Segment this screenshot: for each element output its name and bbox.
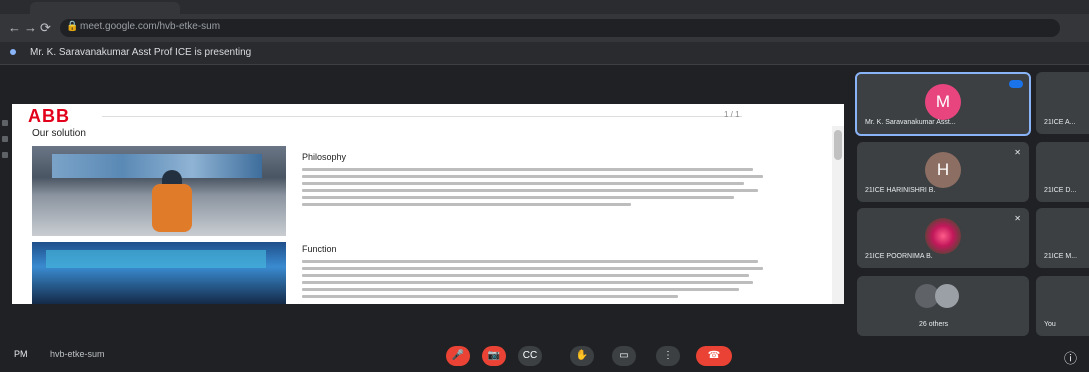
browser-toolbar: ← → ⟳ 🔒 meet.google.com/hvb-etke-sum <box>0 14 1089 42</box>
more-vert-icon: ⋮ <box>663 350 673 361</box>
abb-logo: ABB <box>28 106 70 126</box>
info-icon[interactable]: ⓘ <box>1064 348 1077 367</box>
present-icon: ▭ <box>619 350 629 361</box>
wall-screens <box>52 154 262 178</box>
forward-icon[interactable]: → <box>24 20 37 35</box>
participant-tile[interactable]: 21ICE M... <box>1036 208 1089 268</box>
address-bar[interactable]: 🔒 meet.google.com/hvb-etke-sum <box>60 19 1060 37</box>
browser-tab-strip <box>0 0 1089 14</box>
presenting-icon <box>10 49 16 55</box>
others-tile[interactable]: 26 others <box>857 276 1029 336</box>
present-button[interactable]: ▭ <box>612 346 636 366</box>
meeting-code: hvb-etke-sum <box>50 349 105 359</box>
participant-tile[interactable]: 21ICE A... <box>1036 72 1089 134</box>
mic-off-icon: ✕ <box>1014 214 1021 223</box>
side-icon <box>2 120 8 126</box>
participant-name: 21ICE D... <box>1044 187 1077 194</box>
function-paragraph <box>302 260 772 302</box>
more-options-button[interactable]: ⋮ <box>656 346 680 366</box>
back-icon[interactable]: ← <box>8 20 21 35</box>
captions-button[interactable]: CC <box>518 346 542 366</box>
self-tile[interactable]: You <box>1036 276 1089 336</box>
others-count: 26 others <box>919 321 949 328</box>
browser-tab[interactable] <box>30 2 180 14</box>
avatar <box>935 284 959 308</box>
hand-icon: ✋ <box>575 350 589 361</box>
side-icon <box>2 152 8 158</box>
section-heading-philosophy: Philosophy <box>302 152 347 162</box>
shared-screen: ABB 1 / 1 Our solution Philosophy Functi… <box>12 104 844 304</box>
url-text: meet.google.com/hvb-etke-sum <box>80 21 221 32</box>
avatar: M <box>925 84 961 120</box>
side-icon <box>2 136 8 142</box>
scrollbar-thumb[interactable] <box>834 130 842 160</box>
captions-icon: CC <box>522 350 538 361</box>
speaking-indicator-icon <box>1009 80 1023 88</box>
mic-icon: 🎤 <box>451 350 465 361</box>
philosophy-paragraph <box>302 168 772 210</box>
participant-tile[interactable]: M Mr. K. Saravanakumar Asst... <box>855 72 1031 136</box>
raise-hand-button[interactable]: ✋ <box>570 346 594 366</box>
presenting-banner: Mr. K. Saravanakumar Asst Prof ICE is pr… <box>0 42 1089 65</box>
flower-avatar <box>925 218 961 254</box>
leave-call-button[interactable]: ☎ <box>696 346 732 366</box>
end-call-icon: ☎ <box>707 350 721 361</box>
operator-chair <box>152 184 192 232</box>
participant-name: 21ICE A... <box>1044 119 1076 126</box>
monitor-band <box>46 250 266 268</box>
lock-icon: 🔒 <box>66 21 79 32</box>
mic-off-icon: ✕ <box>1014 148 1021 157</box>
control-room-photo <box>32 146 286 236</box>
meeting-controls-bar: PM hvb-etke-sum 🎤 📷 CC ✋ ▭ ⋮ ☎ ⓘ <box>0 340 1089 372</box>
participant-name: 21ICE M... <box>1044 253 1078 260</box>
slide-title: Our solution <box>32 128 86 139</box>
monitor-wall-photo <box>32 242 286 304</box>
header-rule <box>102 116 742 117</box>
participant-tile[interactable]: ✕ 21ICE POORNIMA B. <box>857 208 1029 268</box>
participant-name: Mr. K. Saravanakumar Asst... <box>865 119 956 126</box>
camera-button[interactable]: 📷 <box>482 346 506 366</box>
page-indicator: 1 / 1 <box>724 110 740 119</box>
avatar: H <box>925 152 961 188</box>
participant-tile[interactable]: ✕ H 21ICE HARINISHRI B. <box>857 142 1029 202</box>
camera-icon: 📷 <box>487 350 501 361</box>
participant-name: You <box>1044 321 1056 328</box>
scrollbar[interactable] <box>832 126 844 304</box>
section-heading-function: Function <box>302 244 337 254</box>
side-toolbar <box>2 120 10 168</box>
participant-tile[interactable]: 21ICE D... <box>1036 142 1089 202</box>
participant-name: 21ICE POORNIMA B. <box>865 253 933 260</box>
mic-button[interactable]: 🎤 <box>446 346 470 366</box>
participant-name: 21ICE HARINISHRI B. <box>865 187 936 194</box>
reload-icon[interactable]: ⟳ <box>40 20 51 36</box>
presenting-text: Mr. K. Saravanakumar Asst Prof ICE is pr… <box>30 47 252 58</box>
meeting-time: PM <box>14 349 28 359</box>
